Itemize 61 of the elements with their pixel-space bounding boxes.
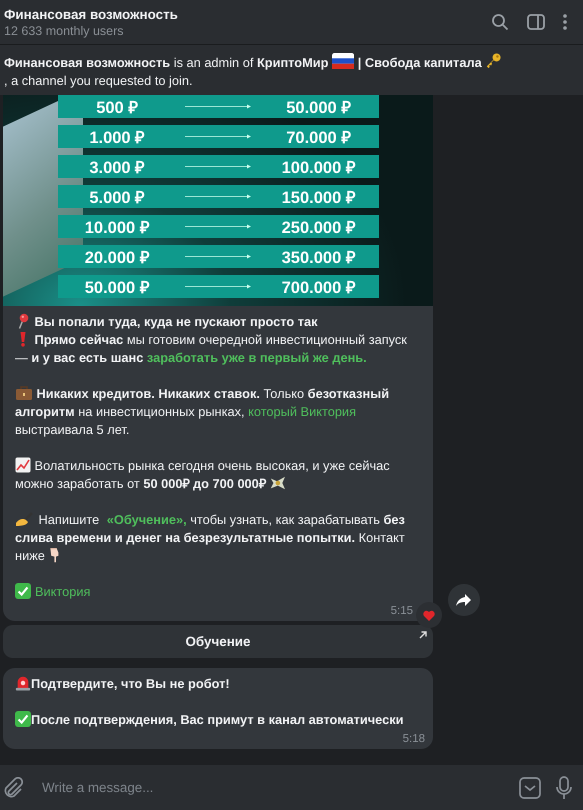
amount-text: 350.000 ₽ [280, 248, 357, 268]
composer-bar[interactable]: Write a message... [0, 765, 583, 810]
more-icon[interactable] [563, 14, 567, 30]
arrow-icon [185, 134, 251, 139]
search-icon[interactable] [491, 13, 509, 31]
amount-text: 50.000 ₽ [285, 98, 352, 118]
check-icon [15, 583, 31, 599]
message-text: Волатильность рынка сегодня очень высокая, и уже сейчас можно заработать от 50 000₽ до 700 000₽ [15, 457, 391, 493]
message-text: Вы попали туда, куда не пускают просто так [15, 313, 422, 331]
amount-text: 700.000 ₽ [280, 278, 357, 298]
text-link[interactable]: который Виктория [248, 404, 356, 419]
channel-title: Финансовая возможность [4, 6, 178, 22]
arrow-icon [185, 164, 251, 169]
amount-text: 100.000 ₽ [280, 158, 357, 178]
chart-icon [15, 457, 31, 473]
arrow-icon [185, 224, 251, 229]
message-time: 5:18 [402, 733, 425, 745]
amount-text: 150.000 ₽ [280, 188, 357, 208]
amount-text: 70.000 ₽ [285, 128, 352, 148]
amount-text: 20.000 ₽ [84, 248, 151, 268]
message-text: Никаких кредитов. Никаких ставок. Только безотказный алгоритм на инвестиционных рынках, который Виктория выстраивала 5 лет. [15, 385, 390, 439]
notice-text: , a channel you requested to join. [4, 72, 194, 90]
key-icon [485, 53, 502, 69]
message-time: 5:15 [390, 605, 413, 617]
message-text: После подтверждения, Вас примут в канал автоматически [15, 711, 422, 729]
text-link[interactable]: Виктория [35, 584, 90, 599]
amount-text: 50.000 ₽ [84, 278, 151, 298]
briefcase-icon [15, 385, 33, 401]
text-link[interactable]: «Обучение», [106, 512, 187, 527]
flag-icon [332, 53, 354, 69]
siren-icon [15, 675, 31, 691]
amount-text: 5.000 ₽ [88, 188, 146, 208]
external-link-icon [419, 631, 427, 639]
amount-text: 3.000 ₽ [88, 158, 146, 178]
heart-reaction-icon[interactable] [416, 602, 442, 628]
writing-hand-icon [15, 511, 35, 527]
amount-text: 10.000 ₽ [84, 218, 151, 238]
pointing-down-icon [48, 547, 62, 563]
arrow-icon [185, 254, 251, 259]
arrow-icon [185, 104, 251, 109]
emoji-panel-icon[interactable] [519, 776, 541, 798]
message-input[interactable]: Write a message... [38, 774, 505, 801]
amount-text: 500 ₽ [95, 98, 140, 118]
arrow-icon [185, 284, 251, 289]
attach-icon[interactable] [2, 776, 24, 798]
message-text: Прямо сейчас мы готовим очередной инвестиционный запуск — и у вас есть шанс заработать уже в первый же день. [15, 331, 408, 367]
forward-button[interactable] [448, 584, 480, 616]
microphone-icon[interactable] [555, 776, 573, 800]
arrow-icon [185, 194, 251, 199]
message-text: Напишите «Обучение», чтобы узнать, как зарабатывать без слива времени и денег на безрезультатные попытки. Контакт ниже [15, 511, 406, 565]
sidebar-toggle-icon[interactable] [527, 14, 545, 30]
text-link[interactable]: заработать уже в первый же день. [146, 350, 367, 365]
channel-subtitle: 12 633 monthly users [4, 24, 124, 38]
notice-text: Финансовая возможность is an admin of КриптоМир | Свобода капитала [4, 53, 579, 72]
inline-button[interactable]: Обучение [3, 625, 433, 658]
money-icon [269, 475, 288, 491]
amount-text: 1.000 ₽ [88, 128, 146, 148]
forward-icon [456, 593, 472, 607]
message-text: Подтвердите, что Вы не робот! [15, 675, 422, 693]
amount-text: 250.000 ₽ [280, 218, 357, 238]
check-icon [15, 711, 31, 727]
